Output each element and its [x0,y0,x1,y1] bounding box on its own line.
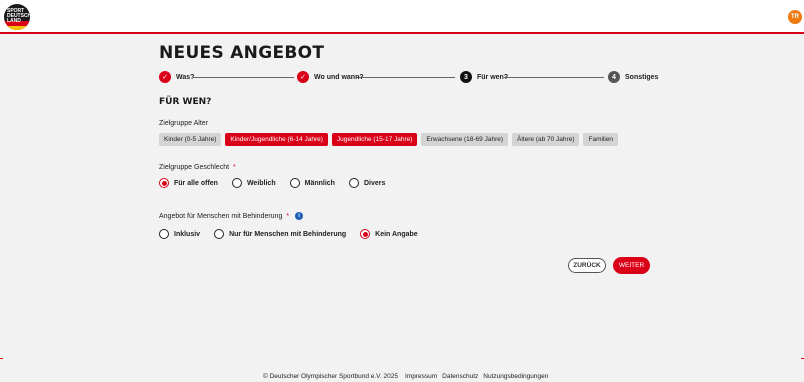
step-connector [193,77,294,78]
radio-fuer-alle-offen[interactable]: Für alle offen [159,178,218,188]
chip-kinder-jugendliche[interactable]: Kinder/Jugendliche (6-14 Jahre) [225,133,328,146]
radio-label: Für alle offen [174,179,218,187]
radio-maennlich[interactable]: Männlich [289,178,335,188]
step-label: Sonstiges [625,73,659,81]
disability-radio-group: Inklusiv Nur für Menschen mit Behinderun… [159,229,432,239]
step-connector [504,77,604,78]
age-group-chips: Kinder (0-5 Jahre) Kinder/Jugendliche (6… [159,133,619,146]
radio-kein-angabe[interactable]: Kein Angabe [360,229,418,239]
radio-circle [348,178,359,188]
radio-circle [360,229,371,239]
age-group-label: Zielgruppe Alter [159,120,209,127]
radio-circle [231,178,242,188]
gender-label-text: Zielgruppe Geschlecht [159,164,230,171]
step-number: 4 [608,71,620,83]
stepper: ✓ Was? ✓ Wo und wann? 3 Für wen? 4 Sonst… [159,70,658,84]
top-bar: SPORT DEUTSCH LAND TR [0,0,804,34]
gender-radio-group: Für alle offen Weiblich Männlich Divers [159,178,399,188]
radio-label: Nur für Menschen mit Behinderung [229,230,347,238]
step-wo-und-wann[interactable]: ✓ Wo und wann? [297,70,364,84]
section-title: FÜR WEN? [159,97,212,107]
step-label: Für wen? [477,73,509,81]
sport-deutschland-logo[interactable]: SPORT DEUTSCH LAND [4,4,30,30]
radio-label: Männlich [304,179,335,187]
step-connector [356,77,455,78]
radio-weiblich[interactable]: Weiblich [231,178,276,188]
step-fuer-wen[interactable]: 3 Für wen? [460,70,508,84]
footer-link-nutzungsbedingungen[interactable]: Nutzungsbedingungen [483,373,548,380]
page-title: NEUES ANGEBOT [159,43,325,63]
chip-aeltere[interactable]: Ältere (ab 70 Jahre) [512,133,580,146]
chip-erwachsene[interactable]: Erwachsene (18-69 Jahre) [421,133,509,146]
disability-label: Angebot für Menschen mit Behinderung * i [159,212,304,220]
user-avatar[interactable]: TR [788,10,802,24]
chip-kinder[interactable]: Kinder (0-5 Jahre) [159,133,222,146]
chip-familien[interactable]: Familien [583,133,619,146]
radio-inklusiv[interactable]: Inklusiv [159,229,200,239]
logo-text: SPORT DEUTSCH LAND [7,8,30,24]
radio-circle [159,178,169,188]
next-button[interactable]: WEITER [613,257,650,274]
step-was[interactable]: ✓ Was? [159,70,194,84]
step-number: 3 [460,71,472,83]
gender-label: Zielgruppe Geschlecht * [159,164,236,171]
required-marker: * [286,212,290,220]
radio-label: Kein Angabe [375,230,418,238]
step-label: Was? [176,73,195,81]
radio-label: Weiblich [246,179,276,187]
footer-link-datenschutz[interactable]: Datenschutz [442,373,478,380]
footer-link-impressum[interactable]: Impressum [405,373,437,380]
chip-jugendliche[interactable]: Jugendliche (15-17 Jahre) [331,133,418,146]
copyright-text: © Deutscher Olympischer Sportbund e.V. 2… [263,373,398,380]
logo-stripe-yellow [4,26,30,30]
check-icon: ✓ [297,71,309,83]
step-sonstiges[interactable]: 4 Sonstiges [608,70,658,84]
radio-label: Inklusiv [174,230,201,238]
radio-circle [214,229,225,239]
radio-divers[interactable]: Divers [348,178,386,188]
back-button[interactable]: ZURÜCK [568,258,606,273]
radio-nur-fuer-menschen-mit-behinderung[interactable]: Nur für Menschen mit Behinderung [214,229,346,239]
disability-label-text: Angebot für Menschen mit Behinderung [159,212,283,220]
radio-circle [159,229,169,239]
radio-label: Divers [363,179,386,187]
required-marker: * [233,164,236,171]
edge-divider-left [0,358,3,359]
step-label: Wo und wann? [314,73,364,81]
radio-circle [289,178,300,188]
check-icon: ✓ [159,71,171,83]
info-icon[interactable]: i [295,212,304,220]
footer: © Deutscher Olympischer Sportbund e.V. 2… [263,373,548,380]
